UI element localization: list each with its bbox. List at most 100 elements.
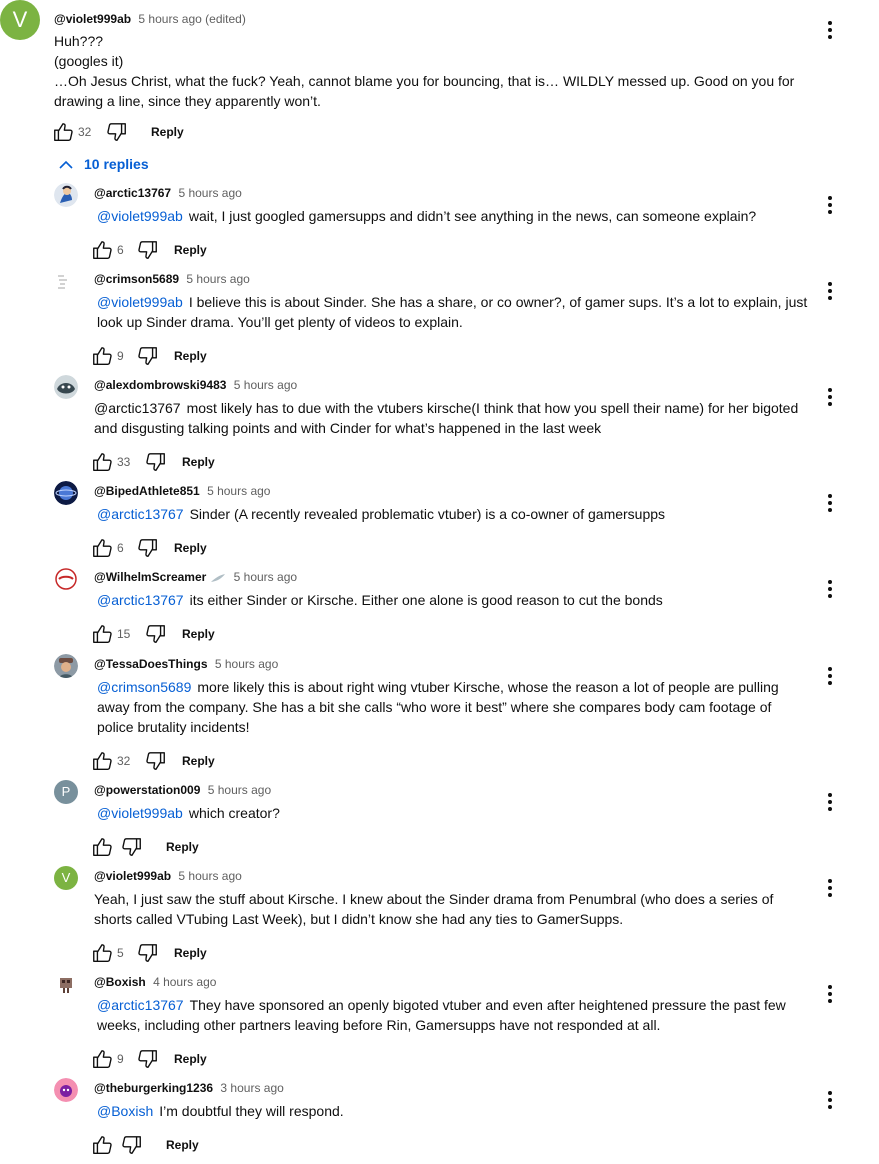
avatar[interactable] bbox=[54, 269, 78, 293]
comment-line: (googles it) bbox=[54, 53, 124, 69]
avatar[interactable]: V bbox=[0, 0, 40, 40]
action-menu-button[interactable] bbox=[820, 577, 840, 601]
avatar[interactable]: P bbox=[54, 780, 78, 804]
mention-link[interactable]: @arctic13767 bbox=[97, 506, 184, 522]
author-name[interactable]: @BipedAthlete851 bbox=[94, 484, 200, 498]
mention-link[interactable]: @arctic13767 bbox=[97, 592, 184, 608]
dislike-icon[interactable] bbox=[137, 1048, 159, 1070]
like-icon[interactable] bbox=[91, 750, 113, 772]
mention-link[interactable]: @arctic13767 bbox=[97, 997, 184, 1013]
comment-actions: Reply bbox=[91, 1134, 291, 1158]
avatar[interactable] bbox=[54, 567, 78, 591]
timestamp[interactable]: 5 hours ago bbox=[207, 484, 270, 498]
author-name[interactable]: @theburgerking1236 bbox=[94, 1081, 213, 1095]
dislike-icon[interactable] bbox=[137, 942, 159, 964]
reply-button[interactable]: Reply bbox=[182, 627, 215, 641]
author-name[interactable]: @violet999ab bbox=[54, 12, 131, 26]
reply-button[interactable]: Reply bbox=[174, 243, 207, 257]
author-name[interactable]: @WilhelmScreamer bbox=[94, 570, 206, 584]
action-menu-button[interactable] bbox=[820, 1088, 840, 1112]
timestamp[interactable]: 5 hours ago bbox=[234, 378, 297, 392]
dislike-icon[interactable] bbox=[121, 1134, 143, 1156]
comment-actions: 32 Reply bbox=[91, 750, 291, 774]
action-menu-button[interactable] bbox=[820, 385, 840, 409]
action-menu-button[interactable] bbox=[820, 982, 840, 1006]
like-icon[interactable] bbox=[91, 239, 113, 261]
action-menu-button[interactable] bbox=[820, 876, 840, 900]
like-icon[interactable] bbox=[91, 623, 113, 645]
edited-label: (edited) bbox=[205, 12, 246, 26]
reply-button[interactable]: Reply bbox=[174, 946, 207, 960]
avatar[interactable] bbox=[54, 183, 78, 207]
dislike-icon[interactable] bbox=[137, 345, 159, 367]
reply-button[interactable]: Reply bbox=[151, 125, 184, 139]
dislike-icon[interactable] bbox=[145, 750, 167, 772]
author-name[interactable]: @TessaDoesThings bbox=[94, 657, 208, 671]
action-menu-button[interactable] bbox=[820, 664, 840, 688]
reply-button[interactable]: Reply bbox=[182, 455, 215, 469]
like-icon[interactable] bbox=[91, 451, 113, 473]
avatar[interactable] bbox=[54, 481, 78, 505]
reply-comment: @alexdombrowski9483 5 hours ago @arctic1… bbox=[0, 375, 879, 481]
comment-actions: 15 Reply bbox=[91, 623, 291, 647]
dislike-icon[interactable] bbox=[145, 623, 167, 645]
timestamp[interactable]: 5 hours ago bbox=[215, 657, 278, 671]
timestamp[interactable]: 5 hours ago bbox=[208, 783, 271, 797]
timestamp[interactable]: 4 hours ago bbox=[153, 975, 216, 989]
dislike-icon[interactable] bbox=[106, 121, 128, 143]
dislike-icon[interactable] bbox=[145, 451, 167, 473]
author-name[interactable]: @violet999ab bbox=[94, 869, 171, 883]
avatar[interactable] bbox=[54, 1078, 78, 1102]
replies-count-label: 10 replies bbox=[84, 156, 149, 172]
author-name[interactable]: @crimson5689 bbox=[94, 272, 179, 286]
avatar[interactable] bbox=[54, 972, 78, 996]
timestamp[interactable]: 5 hours ago bbox=[138, 12, 201, 26]
comment-body: its either Sinder or Kirsche. Either one… bbox=[189, 592, 663, 608]
dislike-icon[interactable] bbox=[137, 537, 159, 559]
like-icon[interactable] bbox=[91, 836, 113, 858]
mention-link[interactable]: @violet999ab bbox=[97, 294, 183, 310]
author-name[interactable]: @alexdombrowski9483 bbox=[94, 378, 226, 392]
author-name[interactable]: @arctic13767 bbox=[94, 186, 171, 200]
mention-link[interactable]: @violet999ab bbox=[97, 805, 183, 821]
dislike-icon[interactable] bbox=[137, 239, 159, 261]
reply-comment: P @powerstation009 5 hours ago @violet99… bbox=[0, 780, 879, 866]
like-icon[interactable] bbox=[91, 345, 113, 367]
dislike-icon[interactable] bbox=[121, 836, 143, 858]
reply-button[interactable]: Reply bbox=[174, 1052, 207, 1066]
mention-link[interactable]: @Boxish bbox=[97, 1103, 153, 1119]
timestamp[interactable]: 5 hours ago bbox=[186, 272, 249, 286]
timestamp[interactable]: 3 hours ago bbox=[220, 1081, 283, 1095]
reply-button[interactable]: Reply bbox=[174, 349, 207, 363]
reply-button[interactable]: Reply bbox=[166, 1138, 199, 1152]
action-menu-button[interactable] bbox=[820, 790, 840, 814]
avatar[interactable] bbox=[54, 654, 78, 678]
author-name[interactable]: @powerstation009 bbox=[94, 783, 200, 797]
mention-link[interactable]: @crimson5689 bbox=[97, 679, 191, 695]
action-menu-button[interactable] bbox=[820, 193, 840, 217]
comment-text: @violet999ab which creator? bbox=[94, 803, 809, 823]
timestamp[interactable]: 5 hours ago bbox=[178, 869, 241, 883]
comment-actions: Reply bbox=[91, 836, 291, 860]
reply-button[interactable]: Reply bbox=[166, 840, 199, 854]
comment-body: Yeah, I just saw the stuff about Kirsche… bbox=[94, 891, 774, 927]
action-menu-button[interactable] bbox=[820, 18, 840, 42]
timestamp[interactable]: 5 hours ago bbox=[178, 186, 241, 200]
like-icon[interactable] bbox=[52, 121, 74, 143]
like-icon[interactable] bbox=[91, 537, 113, 559]
comment-header: @Boxish 4 hours ago bbox=[94, 974, 216, 990]
reply-button[interactable]: Reply bbox=[174, 541, 207, 555]
reply-comment: @BipedAthlete851 5 hours ago @arctic1376… bbox=[0, 481, 879, 567]
like-icon[interactable] bbox=[91, 1048, 113, 1070]
avatar[interactable]: V bbox=[54, 866, 78, 890]
action-menu-button[interactable] bbox=[820, 279, 840, 303]
like-icon[interactable] bbox=[91, 1134, 113, 1156]
mention-link[interactable]: @violet999ab bbox=[97, 208, 183, 224]
author-name[interactable]: @Boxish bbox=[94, 975, 146, 989]
mention-link[interactable]: @arctic13767 bbox=[94, 400, 181, 416]
avatar[interactable] bbox=[54, 375, 78, 399]
like-icon[interactable] bbox=[91, 942, 113, 964]
reply-button[interactable]: Reply bbox=[182, 754, 215, 768]
action-menu-button[interactable] bbox=[820, 491, 840, 515]
timestamp[interactable]: 5 hours ago bbox=[234, 570, 297, 584]
